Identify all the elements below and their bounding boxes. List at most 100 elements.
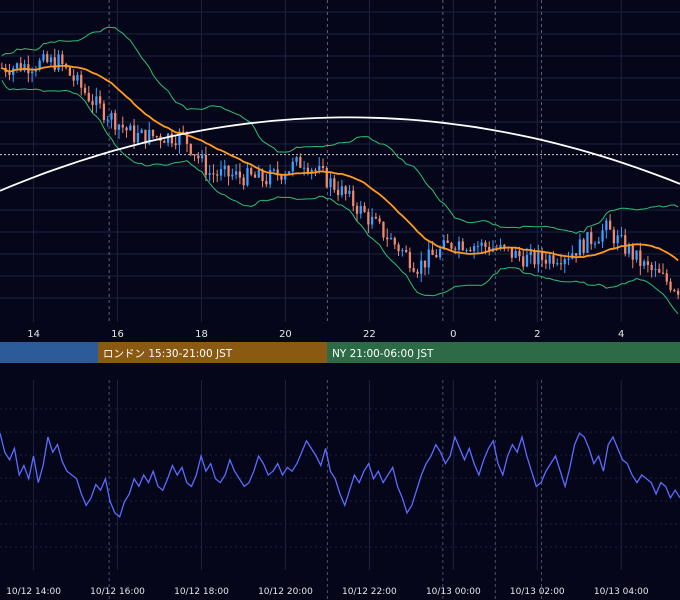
x-tick-label: 20 (279, 329, 292, 340)
candle-body (480, 242, 483, 246)
candle-body (15, 63, 19, 69)
candle-body (586, 232, 589, 253)
candle-body (469, 249, 472, 252)
candle-body (265, 181, 268, 185)
candle-body (593, 243, 597, 245)
candle-body (590, 232, 593, 245)
candle-body (242, 177, 245, 186)
candle-body (325, 168, 328, 188)
candle-body (223, 165, 226, 170)
candle-body (578, 239, 582, 256)
candle-body (423, 260, 427, 268)
candle-body (46, 54, 49, 62)
candle-body (151, 129, 155, 137)
candle-body (556, 263, 559, 265)
x-tick-label: 4 (618, 329, 624, 340)
forex-chart: 14 16 18 20 22 0 2 4 ロンドン 15:30-21:00 JST NY 21:… (0, 0, 680, 600)
candle-body (219, 169, 223, 176)
candle-body (333, 178, 336, 190)
candle-body (95, 96, 98, 105)
candle-body (635, 250, 638, 260)
candle-body (208, 173, 211, 175)
candle-body (446, 240, 449, 243)
candle-body (340, 186, 344, 196)
candle-body (431, 249, 434, 255)
candle-body (665, 273, 668, 282)
candle-body (612, 229, 616, 244)
candle-body (76, 74, 79, 81)
session-bar: ロンドン 15:30-21:00 JST NY 21:00-06:00 JST (0, 342, 680, 363)
candle-body (658, 268, 661, 273)
candle-body (435, 254, 438, 258)
candle-body (454, 248, 457, 250)
candle-body (306, 167, 310, 173)
candle-body (102, 103, 106, 121)
ma-short-line (1, 64, 679, 262)
x-tick-label: 10/12 18:00 (174, 587, 229, 597)
candle-body (253, 174, 257, 178)
candle-body (676, 290, 680, 295)
candle-body (503, 244, 506, 248)
candle-body (367, 212, 370, 225)
candle-body (106, 119, 109, 121)
candle-body (601, 230, 604, 242)
candle-body (412, 268, 415, 272)
candle-body (98, 96, 102, 104)
candle-body (627, 245, 631, 254)
price-grid (0, 0, 680, 322)
session-label-london: ロンドン 15:30-21:00 JST (103, 348, 233, 360)
candle-body (114, 112, 117, 130)
candle-body (416, 271, 419, 274)
candle-body (80, 74, 83, 88)
candle-body (370, 216, 374, 225)
candle-body (518, 250, 521, 257)
candle-body (650, 264, 653, 271)
candle-body (193, 154, 196, 156)
candle-body (465, 249, 468, 251)
candle-body (227, 165, 230, 177)
x-tick-label: 10/13 04:00 (594, 587, 649, 597)
candle-body (170, 133, 174, 144)
candle-body (246, 168, 249, 186)
candle-body (510, 247, 514, 258)
x-tick-label: 2 (534, 329, 540, 340)
candle-body (631, 245, 634, 260)
candle-body (117, 124, 121, 130)
candle-body (567, 258, 570, 260)
candle-body (234, 171, 238, 175)
candle-body (374, 216, 378, 219)
candle-body (163, 141, 166, 143)
candle-body (299, 157, 302, 168)
candle-body (639, 250, 642, 266)
candle-body (257, 170, 260, 178)
candle-body (461, 241, 464, 251)
candle-body (121, 124, 124, 128)
candle-body (420, 260, 423, 274)
candle-body (91, 101, 94, 105)
x-tick-label: 10/12 16:00 (90, 587, 145, 597)
candle-body (68, 67, 72, 76)
session-tokyo (0, 342, 98, 363)
candle-body (132, 125, 136, 143)
candle-body (8, 72, 11, 75)
candle-body (386, 237, 389, 240)
candle-body (212, 173, 215, 175)
bb-upper-line (1, 26, 679, 234)
candle-body (624, 235, 627, 254)
candle-body (57, 54, 60, 70)
x-tick-label: 10/12 14:00 (6, 587, 61, 597)
candle-body (378, 218, 381, 222)
candle-body (608, 220, 612, 230)
candle-body (533, 251, 536, 265)
session-label-ny: NY 21:00-06:00 JST (332, 348, 434, 360)
candle-body (314, 169, 317, 171)
candle-body (216, 174, 219, 176)
candle-body (87, 92, 90, 102)
candle-body (393, 238, 396, 245)
candle-body (348, 190, 351, 194)
candle-body (563, 259, 566, 265)
candle-body (129, 125, 132, 131)
candle-body (522, 256, 525, 267)
x-tick-label: 10/12 22:00 (342, 587, 397, 597)
candle-body (404, 250, 408, 253)
